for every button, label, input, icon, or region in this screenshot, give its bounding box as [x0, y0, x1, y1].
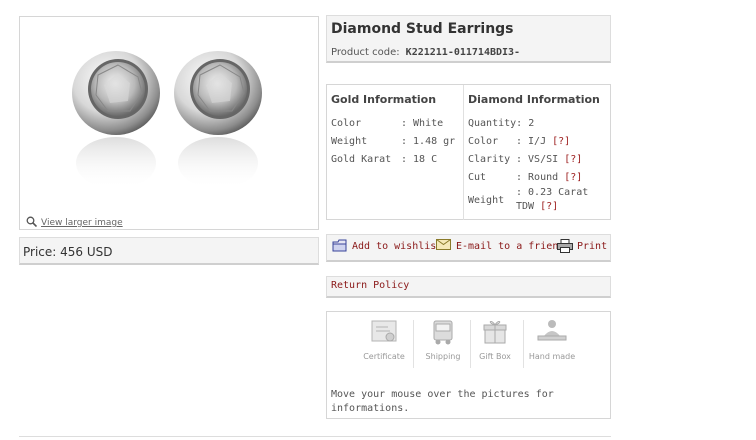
action-bar: Add to wishlist E-mail to a friend Print	[326, 234, 611, 262]
feature-gift-box[interactable]: Gift Box	[468, 318, 522, 361]
add-to-wishlist-button[interactable]: Add to wishlist	[332, 239, 443, 252]
diamond-quantity-row: Quantity: 2	[468, 118, 534, 129]
feature-shipping-label: Shipping	[425, 352, 461, 361]
diamond-cut-value: : Round	[516, 172, 559, 183]
feature-shipping[interactable]: Shipping	[416, 318, 470, 361]
printer-icon	[557, 239, 573, 253]
gold-weight-value: : 1.48 gr	[401, 136, 456, 147]
product-code-label: Product code:	[331, 47, 400, 58]
color-help-link[interactable]: [?]	[552, 136, 570, 147]
diamond-weight-value: : 0.23 Carat	[516, 187, 589, 198]
diamond-weight-unit: TDW	[516, 201, 535, 212]
diamond-color-value: : I/J	[516, 136, 547, 147]
diamond-clarity-value: : VS/SI	[516, 154, 559, 165]
weight-help-link[interactable]: [?]	[540, 201, 558, 212]
gold-color-value: : White	[401, 118, 444, 129]
product-title-box: Diamond Stud Earrings Product code: K221…	[326, 15, 611, 63]
diamond-weight-value-row: : 0.23 Carat	[516, 187, 588, 198]
gold-info-header: Gold Information	[331, 93, 437, 106]
diamond-clarity-label: Clarity	[468, 154, 511, 165]
diamond-color-row: Color : I/J [?]	[468, 136, 570, 147]
diamond-weight-unit-row: TDW [?]	[516, 201, 558, 212]
price-box: Price: 456 USD	[19, 237, 319, 265]
bus-icon	[433, 320, 453, 345]
feature-gift-box-label: Gift Box	[479, 352, 511, 361]
folder-icon	[332, 239, 347, 252]
product-code: Product code: K221211-011714BDI3-	[331, 47, 606, 58]
product-title: Diamond Stud Earrings	[331, 21, 514, 37]
gold-weight-row: Weight : 1.48 gr	[331, 136, 455, 147]
feature-hand-made[interactable]: Hand made	[525, 318, 579, 361]
feature-divider	[413, 320, 414, 368]
gold-color-label: Color	[331, 118, 362, 129]
cut-help-link[interactable]: [?]	[564, 172, 582, 183]
view-larger-link[interactable]: View larger image	[26, 216, 123, 230]
diamond-color-label: Color	[468, 136, 499, 147]
diamond-info-column: Diamond Information Quantity: 2 Color : I…	[463, 85, 612, 220]
gold-karat-label: Gold Karat	[331, 154, 392, 165]
craftsman-icon	[537, 320, 567, 341]
magnifier-icon	[26, 216, 38, 230]
print-button[interactable]: Print	[557, 239, 608, 253]
gold-weight-label: Weight	[331, 136, 368, 147]
gold-karat-row: Gold Karat : 18 C	[331, 154, 437, 165]
gold-color-row: Color : White	[331, 118, 443, 129]
bottom-divider	[19, 436, 611, 437]
diamond-quantity-value: 2	[528, 118, 535, 129]
print-label: Print	[577, 241, 608, 252]
email-friend-button[interactable]: E-mail to a friend	[436, 239, 565, 252]
feature-divider	[523, 320, 524, 368]
gift-box-icon	[483, 321, 507, 344]
certificate-icon	[371, 320, 397, 342]
diamond-cut-label: Cut	[468, 172, 487, 183]
diamond-weight-label: Weight	[468, 195, 505, 206]
diamond-clarity-row: Clarity : VS/SI [?]	[468, 154, 582, 165]
envelope-icon	[436, 239, 451, 250]
clarity-help-link[interactable]: [?]	[564, 154, 582, 165]
diamond-quantity-label: Quantity:	[468, 118, 523, 129]
product-code-value: K221211-011714BDI3-	[405, 47, 521, 58]
features-panel: Certificate Shipping Gift Box Hand made …	[326, 311, 611, 419]
diamond-info-header: Diamond Information	[468, 93, 600, 106]
diamond-cut-row: Cut : Round [?]	[468, 172, 582, 183]
diamond-weight-label-row: Weight	[468, 195, 504, 206]
feature-certificate[interactable]: Certificate	[357, 318, 411, 361]
gold-karat-value: : 18 C	[401, 154, 438, 165]
gold-info-column: Gold Information Color : White Weight : 1.…	[327, 85, 463, 220]
feature-hand-made-label: Hand made	[528, 352, 576, 361]
add-to-wishlist-label: Add to wishlist	[352, 241, 443, 252]
features-hint: Move your mouse over the pictures for in…	[331, 389, 554, 414]
return-policy-link[interactable]: Return Policy	[326, 276, 611, 298]
email-friend-label: E-mail to a friend	[456, 241, 565, 252]
info-table: Gold Information Color : White Weight : 1.…	[326, 84, 611, 220]
feature-certificate-label: Certificate	[363, 352, 405, 361]
earrings-image[interactable]	[68, 43, 268, 203]
product-image-panel: View larger image	[19, 16, 319, 230]
view-larger-label: View larger image	[41, 218, 123, 228]
